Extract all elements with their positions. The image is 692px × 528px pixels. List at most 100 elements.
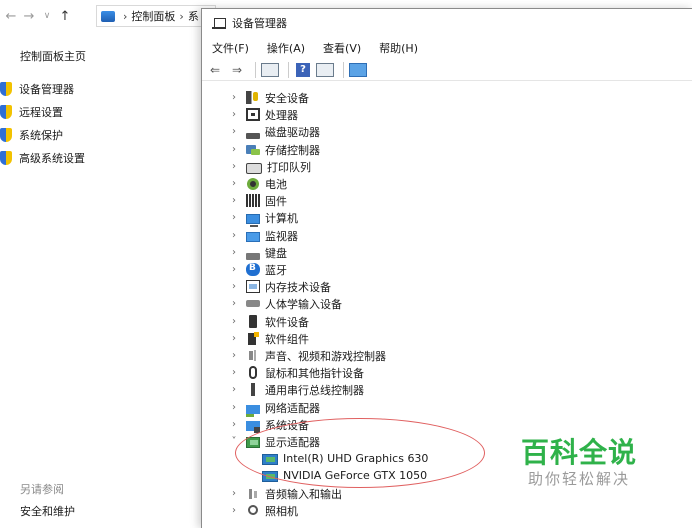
tree-node-label: 键盘 <box>265 246 287 260</box>
tree-node[interactable]: › 系统设备 <box>230 416 309 433</box>
monitor-icon <box>246 231 260 242</box>
control-panel-icon <box>101 10 115 22</box>
tree-node[interactable]: › 电池 <box>230 175 287 192</box>
tree-node[interactable]: › 声音、视频和游戏控制器 <box>230 347 386 364</box>
tree-node-label: 照相机 <box>265 504 298 518</box>
tree-node-label: 监视器 <box>265 229 298 243</box>
tree-node[interactable]: › 软件设备 <box>230 313 309 330</box>
expand-chevron-icon[interactable]: › <box>230 281 238 292</box>
expand-chevron-icon[interactable]: › <box>230 126 238 137</box>
title-bar: 设备管理器 <box>202 9 692 37</box>
tree-node-label: 计算机 <box>265 211 298 225</box>
tree-node[interactable]: › 固件 <box>230 192 287 209</box>
sidebar-item-remote-settings[interactable]: 远程设置 <box>0 103 63 121</box>
system-device-icon <box>246 420 260 433</box>
expand-chevron-icon[interactable]: › <box>230 488 238 499</box>
tree-node[interactable]: › 照相机 <box>230 502 298 519</box>
shield-icon <box>0 105 12 119</box>
expand-chevron-icon[interactable]: › <box>230 178 238 189</box>
menu-help[interactable]: 帮助(H) <box>370 40 427 56</box>
tree-node-label: 声音、视频和游戏控制器 <box>265 349 386 363</box>
battery-icon <box>246 177 260 190</box>
help-icon[interactable]: ? <box>294 61 312 79</box>
display-adapter-icon <box>246 437 260 448</box>
sidebar-item-system-protection[interactable]: 系统保护 <box>0 126 63 144</box>
firmware-icon <box>246 194 260 207</box>
expand-chevron-icon[interactable]: › <box>230 402 238 413</box>
expand-chevron-icon[interactable]: › <box>230 384 238 395</box>
tree-node-label: 鼠标和其他指针设备 <box>265 366 364 380</box>
breadcrumb-system[interactable]: 系 <box>188 8 199 24</box>
back-arrow-icon[interactable]: ← <box>2 7 20 25</box>
security-maintenance-link[interactable]: 安全和维护 <box>20 503 75 519</box>
tree-node-label: 人体学输入设备 <box>265 297 342 311</box>
chevron-down-icon[interactable]: ∨ <box>38 7 56 25</box>
menu-view[interactable]: 查看(V) <box>314 40 370 56</box>
tree-node-label: 存储控制器 <box>265 143 320 157</box>
expand-chevron-icon[interactable]: › <box>230 367 238 378</box>
expand-chevron-icon[interactable]: › <box>230 161 238 172</box>
tree-node[interactable]: › 人体学输入设备 <box>230 295 342 312</box>
sidebar-item-label: 设备管理器 <box>19 83 74 96</box>
tree-node[interactable]: › 音频输入和输出 <box>230 485 342 502</box>
sidebar-item-label: 系统保护 <box>19 129 63 142</box>
tree-node[interactable]: › 内存技术设备 <box>230 278 331 295</box>
sidebar-item-device-manager[interactable]: 设备管理器 <box>0 80 74 98</box>
tree-node[interactable]: › 监视器 <box>230 227 298 244</box>
expand-chevron-icon[interactable]: › <box>230 212 238 223</box>
shield-icon <box>0 128 12 142</box>
tree-node-label: 安全设备 <box>265 91 309 105</box>
bluetooth-icon <box>246 263 260 276</box>
expand-chevron-icon[interactable]: › <box>230 316 238 327</box>
expand-chevron-icon[interactable]: › <box>230 195 238 206</box>
expand-chevron-icon[interactable]: › <box>230 144 238 155</box>
tree-node[interactable]: › 通用串行总线控制器 <box>230 381 364 398</box>
expand-chevron-icon[interactable]: › <box>230 264 238 275</box>
collapse-chevron-icon[interactable]: ˅ <box>230 436 238 447</box>
security-device-icon <box>246 91 260 104</box>
tree-node[interactable]: › 键盘 <box>230 244 287 261</box>
processor-icon <box>246 108 260 121</box>
expand-chevron-icon[interactable]: › <box>230 92 238 103</box>
expand-chevron-icon[interactable]: › <box>230 350 238 361</box>
expand-chevron-icon[interactable]: › <box>230 109 238 120</box>
back-arrow-icon[interactable]: ⇐ <box>206 61 224 79</box>
expand-chevron-icon[interactable]: › <box>230 298 238 309</box>
tree-node[interactable]: › 磁盘驱动器 <box>230 123 320 140</box>
address-box[interactable]: › 控制面板 › 系 <box>96 5 216 27</box>
forward-arrow-icon[interactable]: → <box>20 7 38 25</box>
sidebar-item-advanced-settings[interactable]: 高级系统设置 <box>0 149 85 167</box>
tree-node[interactable]: ˅ 显示适配器 <box>230 433 321 450</box>
tree-node-label: 显示适配器 <box>265 435 320 449</box>
details-icon[interactable] <box>316 61 334 79</box>
tree-node[interactable]: › 处理器 <box>230 106 298 123</box>
tree-node[interactable]: › 安全设备 <box>230 89 309 106</box>
tree-node[interactable]: › 网络适配器 <box>230 399 320 417</box>
control-panel-home-link[interactable]: 控制面板主页 <box>20 48 86 64</box>
toolbar-divider <box>343 61 344 78</box>
breadcrumb-control-panel[interactable]: 控制面板 <box>131 8 175 24</box>
tree-node[interactable]: › 打印队列 <box>230 158 311 175</box>
tree-node[interactable]: › 鼠标和其他指针设备 <box>230 364 364 381</box>
memory-technology-icon <box>246 280 260 293</box>
expand-chevron-icon[interactable]: › <box>230 505 238 516</box>
forward-arrow-icon[interactable]: ⇒ <box>228 61 246 79</box>
tree-node[interactable]: › 存储控制器 <box>230 141 320 158</box>
expand-chevron-icon[interactable]: › <box>230 419 238 430</box>
properties-icon[interactable] <box>261 61 279 79</box>
expand-chevron-icon[interactable]: › <box>230 333 238 344</box>
tree-node[interactable]: › 软件组件 <box>230 330 309 347</box>
software-device-icon <box>246 315 260 328</box>
up-arrow-icon[interactable]: ↑ <box>56 7 74 25</box>
menu-action[interactable]: 操作(A) <box>258 40 314 56</box>
tree-node[interactable]: › 计算机 <box>230 209 298 227</box>
monitor-icon[interactable] <box>349 61 367 79</box>
tree-node[interactable]: › 蓝牙 <box>230 261 287 278</box>
toolbar-divider <box>288 61 289 78</box>
expand-chevron-icon[interactable]: › <box>230 230 238 241</box>
menu-file[interactable]: 文件(F) <box>202 40 258 56</box>
expand-chevron-icon[interactable]: › <box>230 247 238 258</box>
tree-child-node[interactable]: Intel(R) UHD Graphics 630 <box>262 450 428 467</box>
watermark-subtitle: 助你轻松解决 <box>527 470 630 488</box>
tree-child-node[interactable]: NVIDIA GeForce GTX 1050 <box>262 467 427 484</box>
